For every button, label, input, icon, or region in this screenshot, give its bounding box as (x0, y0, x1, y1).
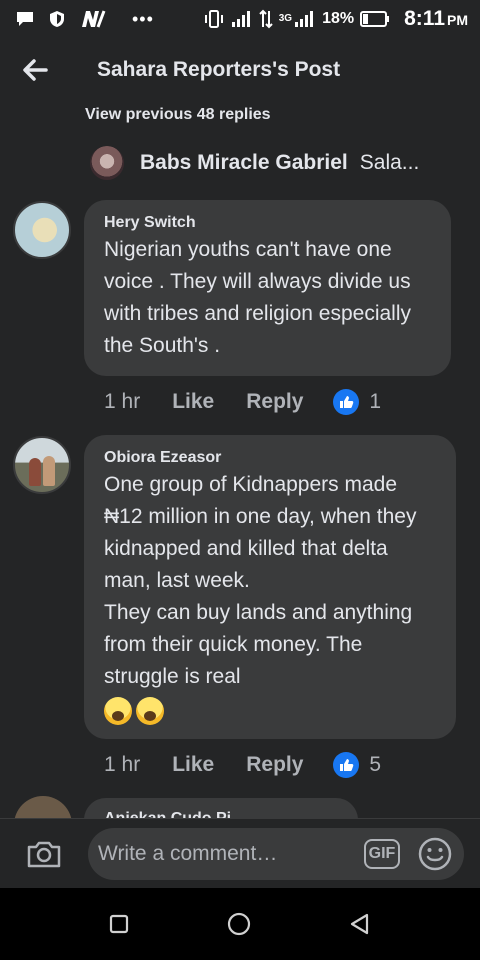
avatar[interactable] (13, 201, 71, 259)
comment-time: 1 hr (104, 390, 141, 413)
arrow-left-icon (23, 59, 48, 81)
signal-icon-2 (295, 11, 314, 27)
shield-icon (50, 11, 64, 27)
reaction-summary[interactable]: 5 (333, 752, 381, 778)
vibrate-icon (204, 10, 223, 28)
comment-actions: 1 hr Like Reply 5 (104, 752, 381, 778)
camera-button[interactable] (0, 819, 88, 889)
reaction-count: 1 (369, 390, 382, 413)
status-bar: ••• 3G 18% 8:11 PM (0, 0, 480, 38)
like-button[interactable]: Like (172, 390, 214, 414)
battery-percent: 18% (322, 10, 355, 27)
thumbs-up-icon (333, 752, 360, 778)
system-nav-bar (0, 888, 480, 960)
emoji-row (104, 697, 164, 725)
comment-bubble[interactable]: Hery Switch Nigerian youths can't have o… (84, 200, 451, 376)
battery-icon (360, 11, 390, 27)
smiley-icon[interactable] (418, 837, 452, 871)
data-transfer-icon (259, 9, 273, 29)
comment-text: Nigerian youths can't have one voice . T… (104, 238, 417, 357)
comment-actions: 1 hr Like Reply 1 (104, 389, 381, 415)
parent-comment[interactable]: Babs Miracle Gabriel Sala... (90, 146, 419, 180)
square-icon[interactable] (108, 913, 130, 935)
gif-button[interactable]: GIF (364, 838, 400, 869)
like-button[interactable]: Like (172, 753, 214, 777)
message-notification-icon (17, 12, 33, 26)
more-notifications-icon: ••• (132, 8, 154, 29)
comment-author[interactable]: Hery Switch (104, 214, 431, 232)
post-header: Sahara Reporters's Post (0, 38, 480, 102)
circle-icon[interactable] (226, 911, 252, 937)
comment-author[interactable]: Aniekan Cudo Pi... (104, 810, 244, 818)
comment-time: 1 hr (104, 753, 141, 776)
comment-input[interactable]: Write a comment… GIF (88, 827, 464, 880)
screaming-face-icon (136, 697, 164, 725)
avatar[interactable] (13, 436, 71, 494)
reply-button[interactable]: Reply (246, 753, 303, 777)
signal-icon (231, 11, 250, 27)
comment-input-placeholder: Write a comment… (98, 841, 278, 865)
app-logo-icon (82, 10, 106, 28)
network-type: 3G (278, 13, 293, 24)
comment-text: One group of Kidnappers made ₦12 million… (104, 473, 417, 688)
reply-button[interactable]: Reply (246, 390, 303, 414)
back-button[interactable] (0, 38, 70, 102)
comment-bubble[interactable]: Obiora Ezeasor One group of Kidnappers m… (84, 435, 456, 739)
comment-author[interactable]: Obiora Ezeasor (104, 449, 436, 467)
clock-ampm: PM (447, 12, 468, 28)
screaming-face-icon (104, 697, 132, 725)
reaction-summary[interactable]: 1 (333, 389, 381, 415)
clock-time: 8:11 (404, 7, 445, 30)
reaction-count: 5 (369, 753, 382, 776)
comment-thread: View previous 48 replies Babs Miracle Ga… (0, 102, 480, 818)
page-title: Sahara Reporters's Post (97, 58, 341, 81)
parent-author[interactable]: Babs Miracle Gabriel (140, 151, 348, 175)
avatar[interactable] (14, 796, 72, 818)
camera-icon (27, 841, 61, 867)
comment-composer: Write a comment… GIF (0, 818, 480, 888)
parent-snippet: Sala... (359, 151, 420, 174)
thumbs-up-icon (333, 389, 360, 415)
triangle-back-icon[interactable] (348, 912, 372, 936)
view-previous-replies-link[interactable]: View previous 48 replies (85, 106, 271, 124)
avatar[interactable] (90, 146, 124, 180)
